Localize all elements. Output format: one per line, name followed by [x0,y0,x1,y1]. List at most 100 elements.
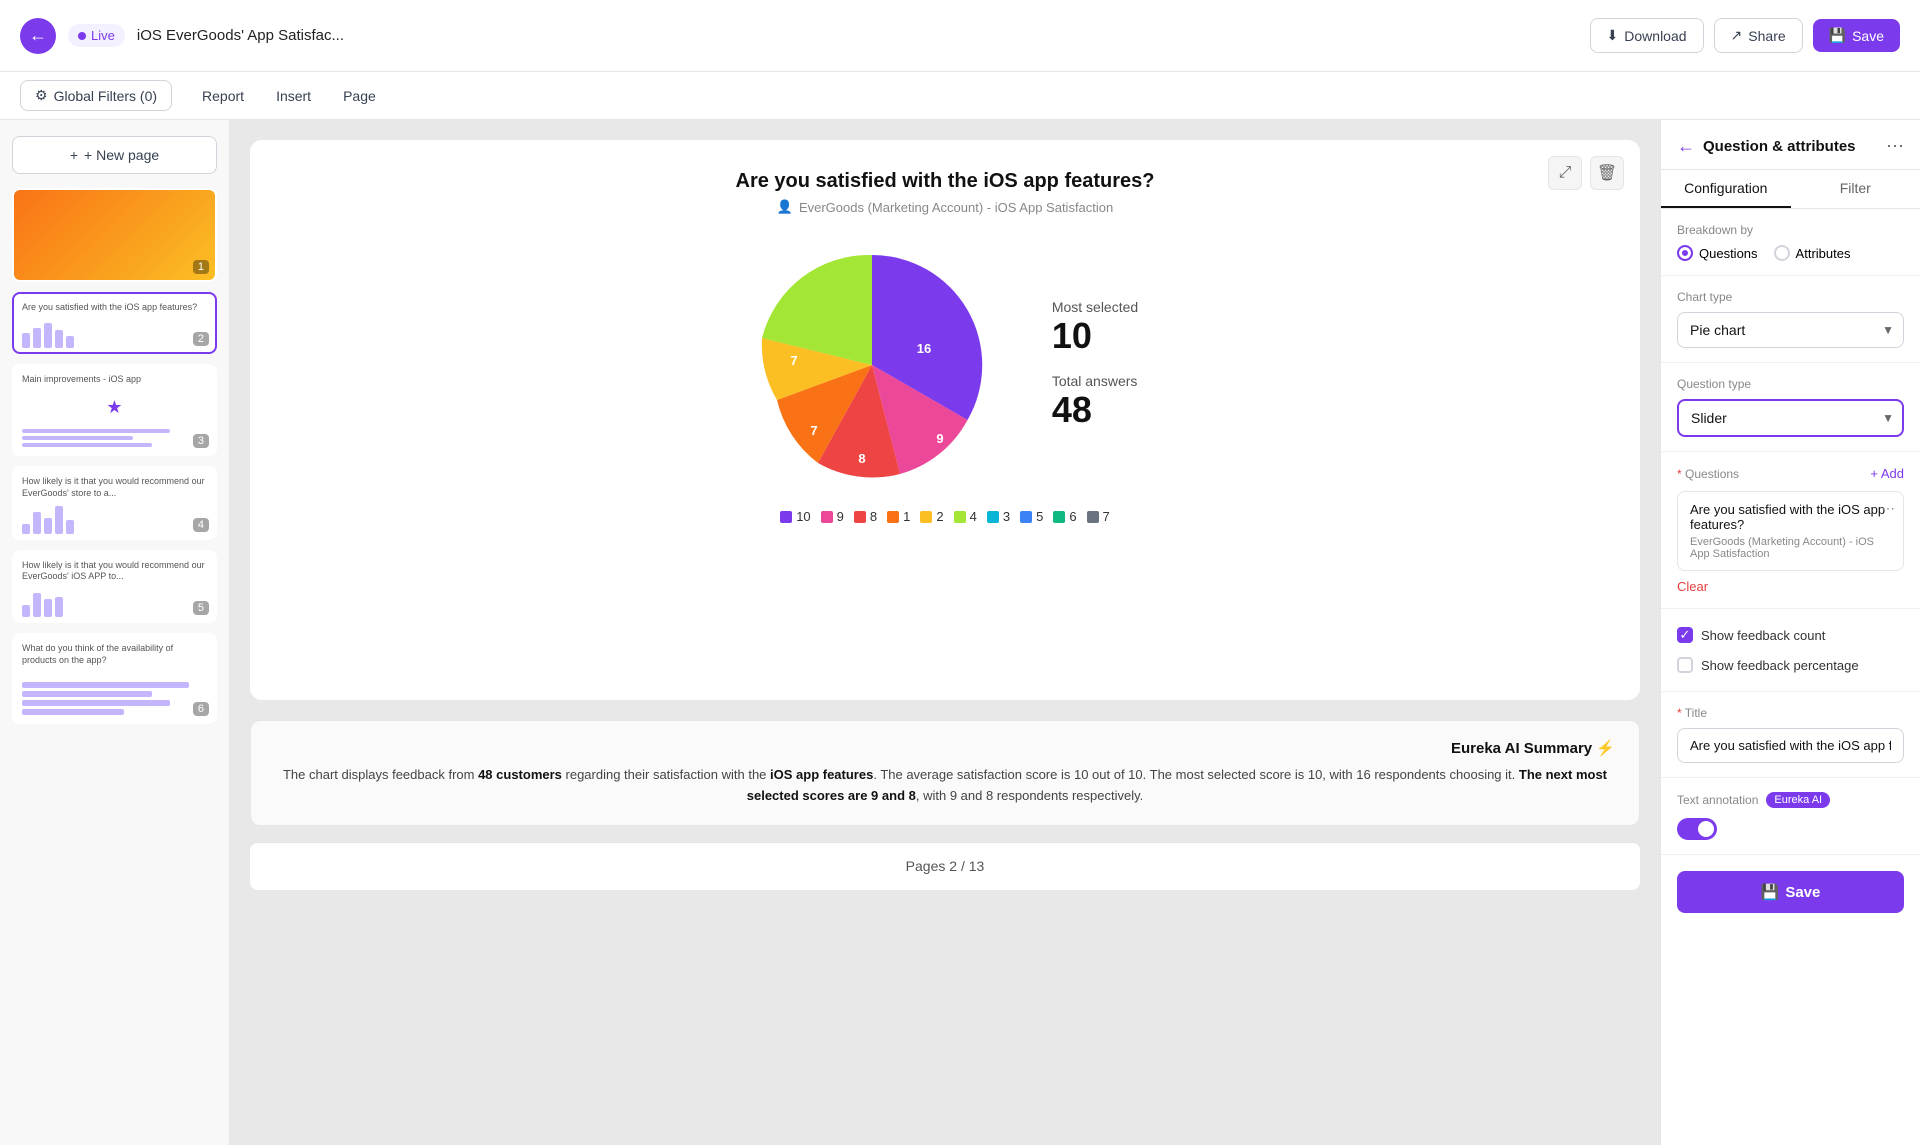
sidebar-page-2[interactable]: Are you satisfied with the iOS app featu… [12,292,217,354]
back-button[interactable]: ← [20,18,56,54]
legend-color-8 [854,511,866,523]
mini-line [22,682,189,688]
pie-label-7b: 7 [790,353,797,368]
panel-back-button[interactable]: ← [1677,136,1695,157]
legend-color-4 [954,511,966,523]
mini-line [22,429,170,433]
most-selected-stat: Most selected 10 [1052,299,1138,357]
top-bar: ← Live iOS EverGoods' App Satisfac... ⬇ … [0,0,1920,72]
menu-item-page[interactable]: Page [329,82,390,110]
pie-label-9: 9 [936,431,943,446]
mini-chart-5 [14,591,215,621]
clear-link[interactable]: Clear [1677,579,1904,594]
sidebar-page-3[interactable]: Main improvements - iOS app ★ 3 [12,364,217,457]
page-label-5: How likely is it that you would recommen… [14,552,215,591]
sidebar-page-6[interactable]: What do you think of the availability of… [12,633,217,723]
menu-item-insert[interactable]: Insert [262,82,325,110]
move-button[interactable]: ⤢ [1548,156,1582,190]
share-button[interactable]: ↗ Share [1714,18,1803,53]
save-button-panel[interactable]: 💾 Save [1677,871,1904,913]
tab-configuration[interactable]: Configuration [1661,170,1791,208]
menu-item-report[interactable]: Report [188,82,258,110]
share-icon: ↗ [1731,27,1743,44]
live-indicator [78,32,86,40]
text-annotation-label: Text annotation [1677,793,1758,807]
delete-button[interactable]: 🗑 [1590,156,1624,190]
question-more-button[interactable]: ⋯ [1881,500,1895,517]
legend-item-2: 2 [920,509,943,524]
mini-lines-3 [14,422,215,454]
question-type-label: Question type [1677,377,1904,391]
main-layout: + + New page 1 Are you satisfied with th… [0,120,1920,1145]
chart-type-section: Chart type Pie chart Bar chart Line char… [1661,276,1920,363]
question-card-text: Are you satisfied with the iOS app featu… [1690,502,1891,532]
title-input[interactable] [1677,728,1904,763]
text-annotation-toggle[interactable] [1677,818,1717,840]
breakdown-section: Breakdown by Questions Attributes [1661,209,1920,276]
mini-bar [66,520,74,534]
question-type-select-wrapper: Slider Multiple choice Text ▼ [1677,399,1904,437]
show-feedback-count-item[interactable]: ✓ Show feedback count [1677,623,1904,647]
page-label-3: Main improvements - iOS app [14,366,215,394]
save-button-top[interactable]: 💾 Save [1813,19,1900,52]
pie-label-8: 8 [858,451,865,466]
legend-color-2 [920,511,932,523]
add-question-link[interactable]: + Add [1870,466,1904,481]
legend-item-1: 1 [887,509,910,524]
legend-color-3 [987,511,999,523]
mini-bar [44,518,52,534]
radio-circle-attributes [1774,245,1790,261]
question-type-select[interactable]: Slider Multiple choice Text [1677,399,1904,437]
mini-bar [22,333,30,348]
content-area: ⤢ 🗑 Are you satisfied with the iOS app f… [230,120,1660,1145]
legend-item-10: 10 [780,509,810,524]
panel-more-button[interactable]: ⋯ [1886,136,1904,157]
mini-bar [55,506,63,534]
mini-bar [44,323,52,348]
show-feedback-percentage-item[interactable]: Show feedback percentage [1677,653,1904,677]
pie-chart: 16 9 8 7 7 [752,245,992,485]
mini-line [22,700,170,706]
radio-questions[interactable]: Questions [1677,245,1758,261]
plus-icon: + [70,147,78,163]
text-annotation-section: Text annotation Eureka AI [1661,778,1920,855]
mini-chart-4 [14,508,215,538]
mini-bar [55,597,63,617]
filter-icon: ⚙ [35,87,48,104]
mini-line [22,709,124,715]
legend-color-6 [1053,511,1065,523]
show-feedback-section: ✓ Show feedback count Show feedback perc… [1661,609,1920,692]
title-section: * Title [1661,692,1920,778]
star-icon: ★ [14,393,215,422]
mini-line [22,691,152,697]
pie-label-7a: 7 [810,423,817,438]
legend-item-7: 7 [1087,509,1110,524]
save-icon-panel: 💾 [1761,883,1780,901]
person-icon: 👤 [777,199,793,215]
tab-filter[interactable]: Filter [1791,170,1920,208]
sidebar-page-5[interactable]: How likely is it that you would recommen… [12,550,217,623]
total-answers-stat: Total answers 48 [1052,373,1138,431]
mini-bar [33,328,41,348]
radio-attributes[interactable]: Attributes [1774,245,1851,261]
live-badge: Live [68,24,125,47]
page-title: iOS EverGoods' App Satisfac... [137,27,1578,44]
download-button[interactable]: ⬇ Download [1590,18,1704,53]
sidebar-page-1[interactable]: 1 [12,188,217,282]
page-number-2: 2 [193,332,209,346]
panel-tabs: Configuration Filter [1661,170,1920,209]
top-actions: ⬇ Download ↗ Share 💾 Save [1590,18,1900,53]
legend-color-10 [780,511,792,523]
text-annotation-header: Text annotation Eureka AI [1677,792,1904,808]
mini-line [22,443,152,447]
sidebar-page-4[interactable]: How likely is it that you would recommen… [12,466,217,539]
global-filters-button[interactable]: ⚙ Global Filters (0) [20,80,172,111]
chart-stats: Most selected 10 Total answers 48 [1052,299,1138,431]
legend-color-1 [887,511,899,523]
page-label-2: Are you satisfied with the iOS app featu… [14,294,215,322]
legend-color-9 [821,511,833,523]
new-page-button[interactable]: + + New page [12,136,217,174]
chart-type-select[interactable]: Pie chart Bar chart Line chart [1677,312,1904,348]
page-number-4: 4 [193,518,209,532]
chart-area: 16 9 8 7 7 Most selected 10 Total answer… [280,245,1610,485]
